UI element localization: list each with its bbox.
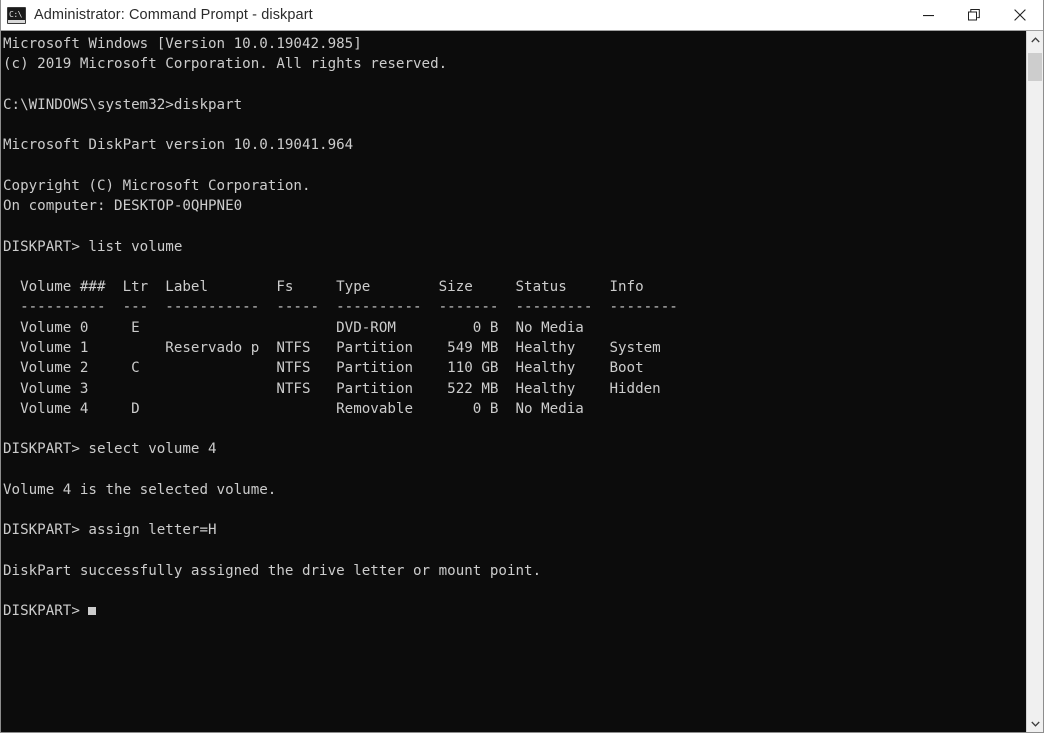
chevron-down-icon xyxy=(1030,721,1040,727)
console-line: Microsoft Windows [Version 10.0.19042.98… xyxy=(3,36,362,52)
scrollbar-track[interactable] xyxy=(1027,48,1043,715)
console-line: Copyright (C) Microsoft Corporation. xyxy=(3,177,311,194)
restore-button[interactable] xyxy=(951,0,997,31)
console-line: DISKPART> assign letter=H xyxy=(3,522,217,539)
close-icon xyxy=(1014,9,1026,21)
cmd-icon: C:\ xyxy=(7,6,26,24)
console-output[interactable]: Microsoft Windows [Version 10.0.19042.98… xyxy=(1,31,1026,732)
console-line: (c) 2019 Microsoft Corporation. All righ… xyxy=(3,56,448,73)
text-cursor xyxy=(88,607,97,616)
restore-down-icon xyxy=(968,9,980,21)
command-prompt-window: C:\ Administrator: Command Prompt - disk… xyxy=(0,0,1044,733)
vertical-scrollbar[interactable] xyxy=(1026,31,1043,732)
console-line: DiskPart successfully assigned the drive… xyxy=(3,562,542,579)
console-line: Volume ### Ltr Label Fs Type Size Status… xyxy=(3,279,644,296)
cmd-icon-bar xyxy=(8,19,25,23)
console-line: Volume 1 Reservado p NTFS Partition 549 … xyxy=(3,339,661,356)
console-line: Volume 0 E DVD-ROM 0 B No Media xyxy=(3,319,584,336)
console-prompt: DISKPART> xyxy=(3,603,89,620)
console-line: DISKPART> list volume xyxy=(3,238,183,255)
console-line: Volume 4 D Removable 0 B No Media xyxy=(3,400,584,417)
console-prompt-line: DISKPART> xyxy=(3,601,1026,621)
console-line: Volume 4 is the selected volume. xyxy=(3,481,277,498)
chevron-up-icon xyxy=(1030,36,1040,42)
console-area: Microsoft Windows [Version 10.0.19042.98… xyxy=(1,31,1043,732)
console-line: Volume 3 NTFS Partition 522 MB Healthy H… xyxy=(3,380,661,397)
minimize-icon xyxy=(922,14,934,16)
console-line: Microsoft DiskPart version 10.0.19041.96… xyxy=(3,137,354,154)
close-button[interactable] xyxy=(997,0,1043,31)
console-lines: Microsoft Windows [Version 10.0.19042.98… xyxy=(3,34,1026,622)
console-line: Volume 2 C NTFS Partition 110 GB Healthy… xyxy=(3,360,644,377)
title-bar[interactable]: C:\ Administrator: Command Prompt - disk… xyxy=(1,0,1043,31)
console-line: C:\WINDOWS\system32>diskpart xyxy=(3,96,243,113)
console-line: On computer: DESKTOP-0QHPNE0 xyxy=(3,198,243,215)
window-title: Administrator: Command Prompt - diskpart xyxy=(34,7,313,23)
scroll-down-button[interactable] xyxy=(1027,715,1043,732)
scrollbar-thumb[interactable] xyxy=(1028,53,1042,81)
minimize-button[interactable] xyxy=(905,0,951,31)
scroll-up-button[interactable] xyxy=(1027,31,1043,48)
window-controls xyxy=(905,0,1043,31)
console-line: ---------- --- ----------- ----- -------… xyxy=(3,299,678,316)
console-line: DISKPART> select volume 4 xyxy=(3,441,217,458)
